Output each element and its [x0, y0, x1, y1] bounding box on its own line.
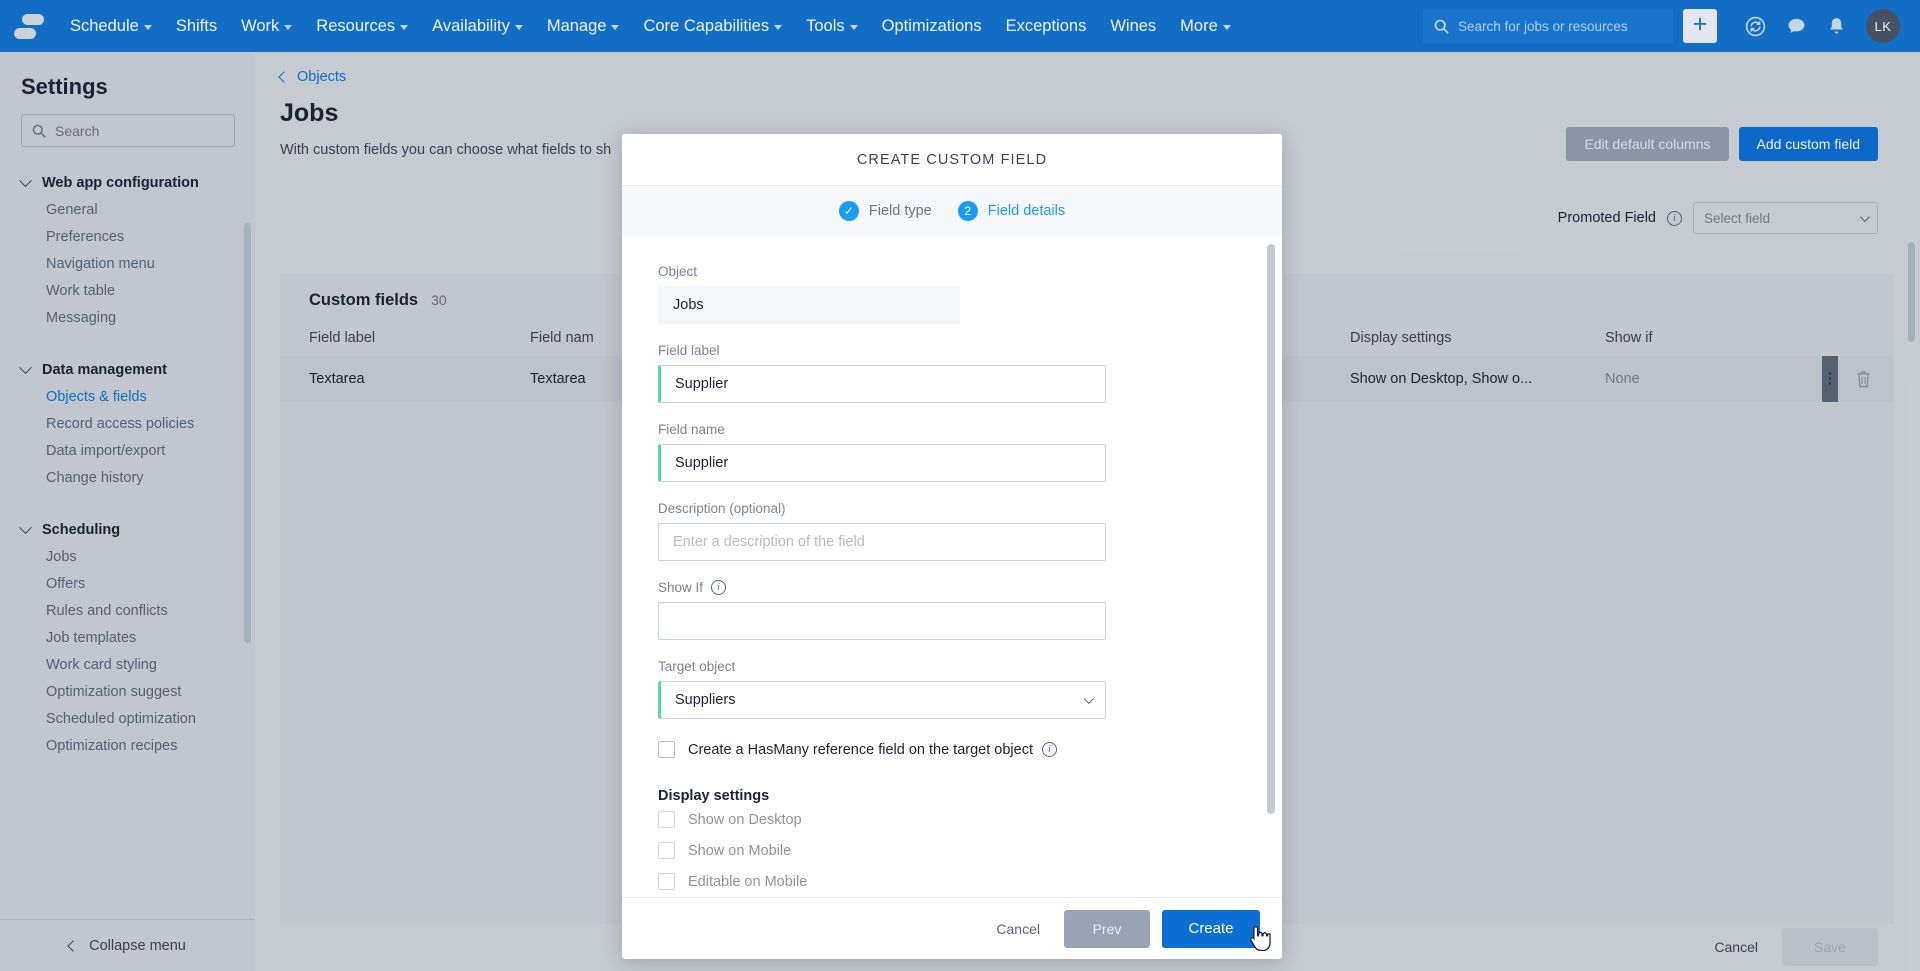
field-label-input[interactable]: Supplier [658, 365, 1106, 403]
hasmany-label-text: Create a HasMany reference field on the … [688, 742, 1033, 758]
show-if-input[interactable] [658, 602, 1106, 640]
display-option-row: Show on Desktop [658, 811, 1246, 828]
modal-title: CREATE CUSTOM FIELD [622, 134, 1282, 186]
object-value: Jobs [658, 286, 960, 324]
show-on-desktop-checkbox[interactable] [658, 811, 675, 828]
modal-body: Object Jobs Field label Supplier Field n… [622, 236, 1282, 897]
modal-prev-button[interactable]: Prev [1064, 910, 1150, 948]
modal-stepper: ✓ Field type 2 Field details [622, 186, 1282, 236]
field-show-if: Show If i [658, 580, 1246, 640]
modal-cancel-button[interactable]: Cancel [984, 910, 1052, 948]
step-label: Field details [988, 203, 1065, 219]
description-input[interactable]: Enter a description of the field [658, 523, 1106, 561]
modal-footer: Cancel Prev Create [622, 897, 1282, 959]
create-custom-field-modal: CREATE CUSTOM FIELD ✓ Field type 2 Field… [622, 134, 1282, 959]
hasmany-checkbox[interactable] [658, 741, 675, 758]
description-label: Description (optional) [658, 501, 1246, 516]
description-placeholder: Enter a description of the field [673, 534, 865, 550]
show-on-mobile-label: Show on Mobile [688, 843, 791, 859]
field-name-label: Field name [658, 422, 1246, 437]
step-number-badge: 2 [958, 201, 978, 221]
field-object: Object Jobs [658, 264, 1246, 324]
hasmany-checkbox-row: Create a HasMany reference field on the … [658, 741, 1246, 758]
info-icon[interactable]: i [711, 580, 726, 595]
target-object-value: Suppliers [675, 692, 735, 708]
check-icon: ✓ [839, 201, 859, 221]
target-object-select[interactable]: Suppliers [658, 681, 1106, 719]
show-if-label-text: Show If [658, 580, 703, 595]
chevron-down-icon [1084, 694, 1094, 704]
editable-on-mobile-label: Editable on Mobile [688, 874, 807, 890]
display-option-row: Show on Mobile [658, 842, 1246, 859]
field-target-object: Target object Suppliers [658, 659, 1246, 719]
show-on-mobile-checkbox[interactable] [658, 842, 675, 859]
modal-create-button[interactable]: Create [1162, 910, 1260, 948]
target-object-label: Target object [658, 659, 1246, 674]
info-icon[interactable]: i [1042, 742, 1057, 757]
field-field-name: Field name Supplier [658, 422, 1246, 482]
field-label-label: Field label [658, 343, 1246, 358]
hasmany-label: Create a HasMany reference field on the … [688, 742, 1057, 758]
field-field-label: Field label Supplier [658, 343, 1246, 403]
step-label: Field type [869, 203, 932, 219]
field-name-input[interactable]: Supplier [658, 444, 1106, 482]
display-option-row: Editable on Mobile [658, 873, 1246, 890]
modal-scrollbar[interactable] [1267, 244, 1275, 814]
show-on-desktop-label: Show on Desktop [688, 812, 802, 828]
step-field-details[interactable]: 2 Field details [958, 201, 1065, 221]
field-description: Description (optional) Enter a descripti… [658, 501, 1246, 561]
step-field-type[interactable]: ✓ Field type [839, 201, 932, 221]
display-settings-title: Display settings [658, 788, 1246, 804]
object-label: Object [658, 264, 1246, 279]
show-if-label: Show If i [658, 580, 1246, 595]
editable-on-mobile-checkbox[interactable] [658, 873, 675, 890]
